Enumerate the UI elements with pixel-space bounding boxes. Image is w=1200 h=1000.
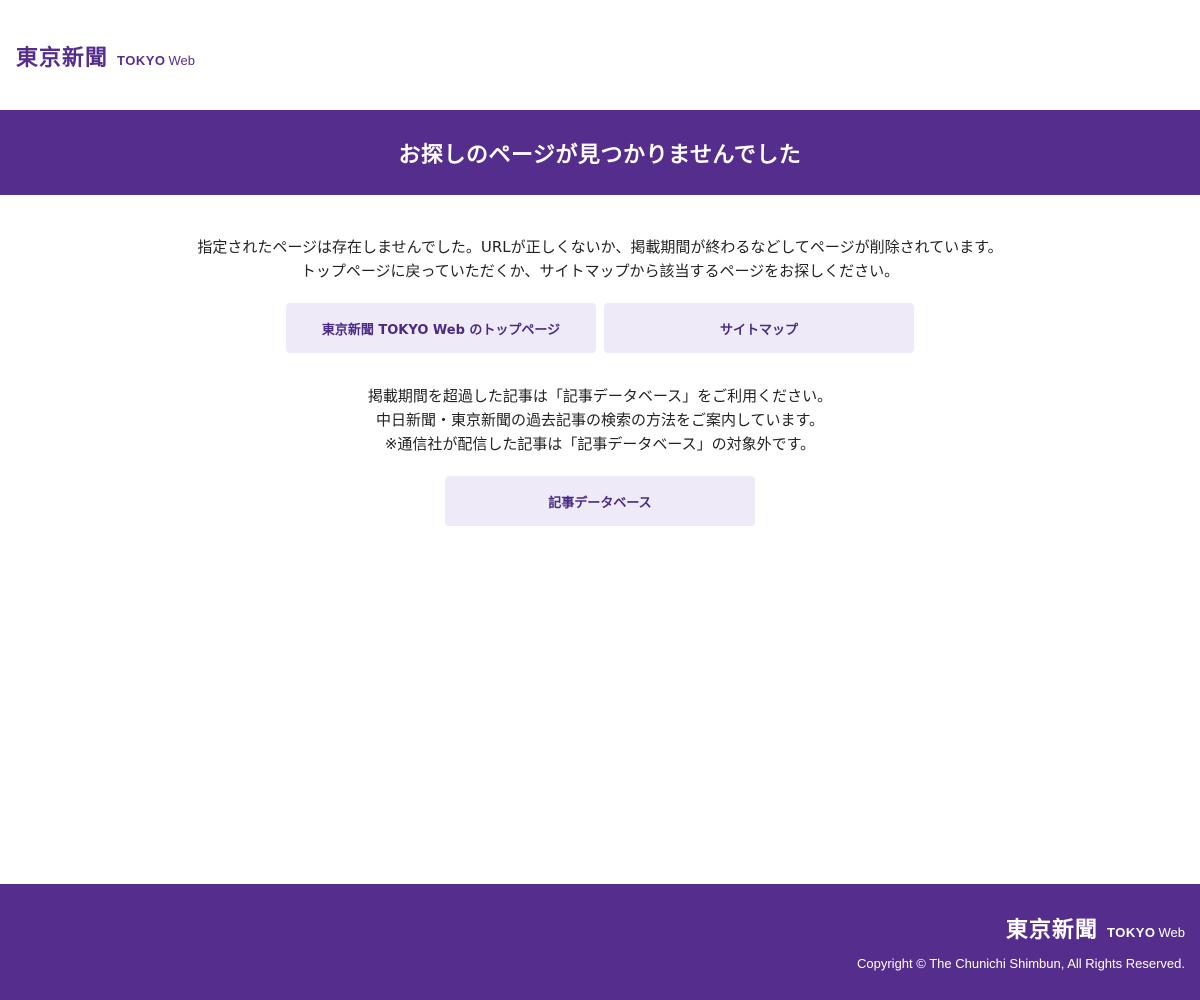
- logo-web: Web: [168, 53, 196, 68]
- article-database-button[interactable]: 記事データベース: [445, 476, 755, 526]
- site-footer: 東京新聞 TOKYO Web Copyright © The Chunichi …: [0, 884, 1200, 1000]
- message-line: 指定されたページは存在しませんでした。URLが正しくないか、掲載期間が終わるなど…: [197, 238, 1003, 256]
- top-page-button[interactable]: 東京新聞 TOKYO Web のトップページ: [286, 303, 596, 353]
- logo-tokyo: TOKYO: [117, 53, 166, 68]
- message-line: ※通信社が配信した記事は「記事データベース」の対象外です。: [384, 435, 816, 453]
- footer-logo-tokyo: TOKYO: [1107, 925, 1156, 940]
- message-line: 中日新聞・東京新聞の過去記事の検索の方法をご案内しています。: [375, 411, 825, 429]
- sitemap-button[interactable]: サイトマップ: [604, 303, 914, 353]
- copyright-text: Copyright © The Chunichi Shimbun, All Ri…: [857, 956, 1185, 971]
- error-title-band: お探しのページが見つかりませんでした: [0, 110, 1200, 195]
- footer-logo-web: Web: [1158, 925, 1186, 940]
- page: 東京新聞 TOKYO Web お探しのページが見つかりませんでした 指定されたペ…: [0, 0, 1200, 1000]
- footer-logo-link[interactable]: 東京新聞 TOKYO Web: [1006, 912, 1185, 944]
- header-logo-link[interactable]: 東京新聞 TOKYO Web: [16, 40, 195, 72]
- message-line: トップページに戻っていただくか、サイトマップから該当するページをお探しください。: [300, 262, 900, 280]
- footer-logo-kanji: 東京新聞: [1005, 917, 1098, 943]
- not-found-message: 指定されたページは存在しませんでした。URLが正しくないか、掲載期間が終わるなど…: [0, 235, 1200, 283]
- site-header: 東京新聞 TOKYO Web: [0, 0, 1200, 110]
- logo-kanji: 東京新聞: [16, 45, 109, 71]
- message-line: 掲載期間を超過した記事は「記事データベース」をご利用ください。: [367, 387, 833, 405]
- database-message: 掲載期間を超過した記事は「記事データベース」をご利用ください。 中日新聞・東京新…: [0, 384, 1200, 456]
- page-title: お探しのページが見つかりませんでした: [398, 142, 802, 168]
